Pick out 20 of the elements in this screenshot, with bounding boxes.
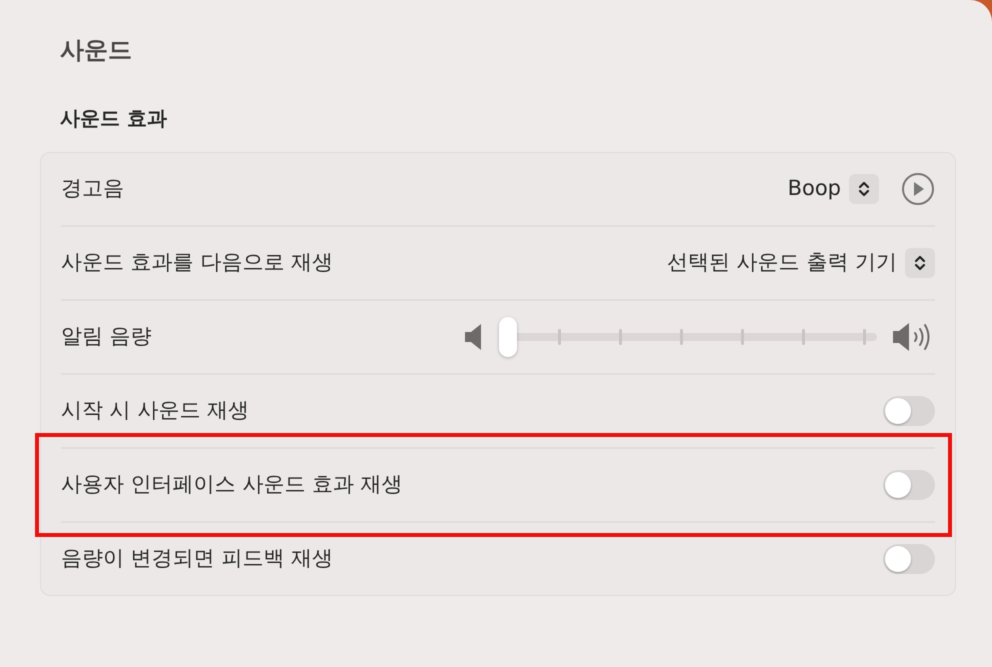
play-button[interactable] (901, 172, 935, 206)
toggle-switch[interactable] (883, 544, 935, 574)
popup-value: Boop (788, 175, 841, 202)
toggle-switch[interactable] (883, 470, 935, 500)
popup-value: 선택된 사운드 출력 기기 (666, 249, 897, 276)
popup-stepper[interactable] (849, 174, 879, 204)
chevrons-icon (913, 253, 927, 273)
setting-label: 사용자 인터페이스 사운드 효과 재생 (61, 471, 403, 498)
window-title: 사운드 (60, 35, 133, 66)
chevrons-icon (857, 179, 871, 199)
section-title: 사운드 효과 (60, 105, 168, 132)
popup-stepper[interactable] (905, 248, 935, 278)
setting-label: 시작 시 사운드 재생 (61, 397, 250, 424)
slider-thumb[interactable] (499, 317, 517, 357)
setting-label: 음량이 변경되면 피드백 재생 (61, 545, 334, 572)
volume-slider[interactable] (499, 317, 877, 357)
toggle-switch[interactable] (883, 396, 935, 426)
setting-label: 경고음 (61, 175, 124, 202)
setting-label: 사운드 효과를 다음으로 재생 (61, 249, 334, 276)
setting-label: 알림 음량 (61, 323, 152, 350)
